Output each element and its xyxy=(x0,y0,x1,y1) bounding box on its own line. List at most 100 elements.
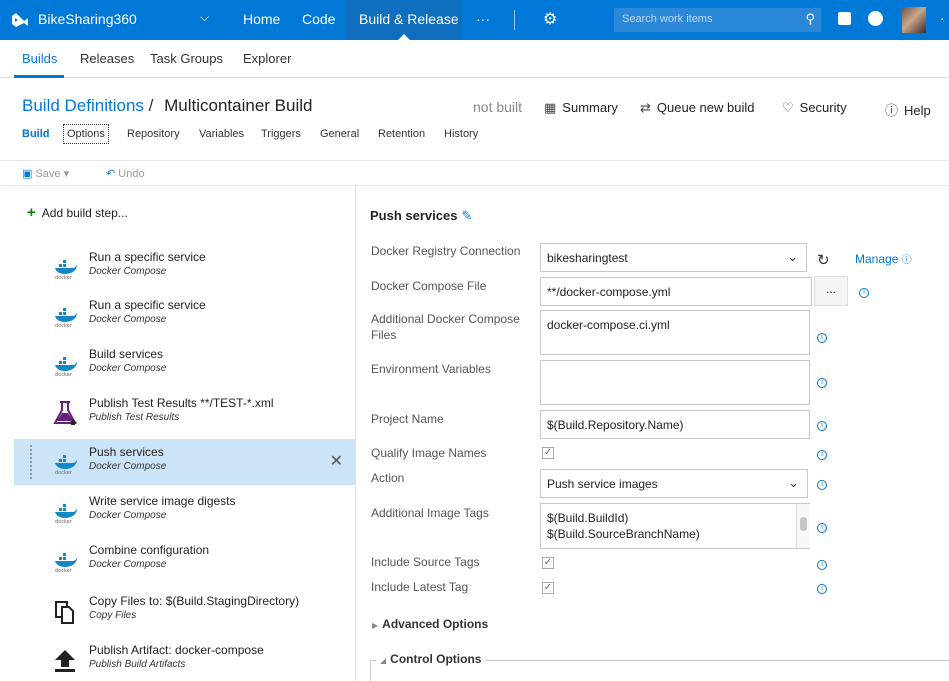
advanced-options-toggle[interactable]: ▶ Advanced Options xyxy=(372,617,488,631)
step-title: Copy Files to: $(Build.StagingDirectory) xyxy=(89,594,300,608)
compose-file-input[interactable]: **/docker-compose.yml xyxy=(540,277,812,306)
nav-code[interactable]: Code xyxy=(302,11,335,27)
nav-build-release[interactable]: Build & Release xyxy=(359,11,459,27)
latest-tag-checkbox[interactable]: ✓ xyxy=(542,582,554,594)
info-icon[interactable]: i xyxy=(817,333,827,343)
label-image-tags: Additional Image Tags xyxy=(371,506,489,520)
search-icon[interactable]: ⚲ xyxy=(805,11,815,27)
image-tags-textarea[interactable]: $(Build.BuildId) $(Build.SourceBranchNam… xyxy=(540,503,810,549)
task-title-text: Push services xyxy=(370,208,458,223)
undo-button[interactable]: ↶ Undo xyxy=(106,167,145,180)
pencil-icon[interactable]: ✎ xyxy=(461,208,472,223)
search-placeholder: Search work items xyxy=(622,13,713,25)
chevron-down-icon[interactable]: ⌵ xyxy=(200,10,209,25)
info-icon[interactable]: i xyxy=(817,523,827,533)
docker-icon: docker xyxy=(55,504,77,524)
subnav-explorer[interactable]: Explorer xyxy=(243,51,291,66)
info-icon[interactable]: i xyxy=(817,450,827,460)
build-step-selected[interactable]: docker Push services Docker Compose ✕ xyxy=(14,439,355,485)
search-input[interactable]: Search work items ⚲ xyxy=(614,8,821,32)
security-button[interactable]: ♡ Security xyxy=(782,100,847,116)
save-button[interactable]: ▣ Save ▾ xyxy=(22,167,69,180)
sub-navigation: Builds Releases Task Groups Explorer xyxy=(0,40,949,78)
subnav-releases[interactable]: Releases xyxy=(80,51,134,66)
build-step[interactable]: docker Run a specific service Docker Com… xyxy=(14,244,355,290)
undo-label: Undo xyxy=(118,168,145,180)
nav-more[interactable]: ··· xyxy=(476,11,490,27)
build-step[interactable]: Publish Artifact: docker-compose Publish… xyxy=(14,637,355,681)
breadcrumb-build-definitions[interactable]: Build Definitions xyxy=(22,96,144,115)
env-vars-textarea[interactable] xyxy=(540,360,810,405)
docker-icon: docker xyxy=(55,357,77,377)
scrollbar-thumb[interactable] xyxy=(800,517,807,531)
help-button[interactable]: ⓘ Help xyxy=(885,100,931,119)
svg-text:docker: docker xyxy=(55,568,73,573)
collapse-triangle-icon: ◢ xyxy=(380,656,387,665)
tab-build[interactable]: Build xyxy=(22,128,50,140)
queue-label: Queue new build xyxy=(656,100,755,115)
undo-icon: ↶ xyxy=(106,168,116,180)
build-status: not built xyxy=(473,99,523,115)
build-step[interactable]: docker Combine configuration Docker Comp… xyxy=(14,537,355,583)
drag-handle[interactable] xyxy=(30,445,34,479)
feedback-smiley-icon[interactable] xyxy=(868,11,883,26)
add-build-step-button[interactable]: + Add build step... xyxy=(27,204,128,221)
control-options-toggle[interactable]: ◢ Control Options xyxy=(376,652,486,666)
refresh-icon[interactable]: ↻ xyxy=(817,251,830,269)
info-icon[interactable]: i xyxy=(817,560,827,570)
action-select[interactable]: Push service images ⌄ xyxy=(540,469,808,498)
tab-general[interactable]: General xyxy=(320,128,359,140)
build-step[interactable]: Copy Files to: $(Build.StagingDirectory)… xyxy=(14,588,355,634)
avatar[interactable] xyxy=(902,7,926,33)
tab-triggers[interactable]: Triggers xyxy=(261,128,301,140)
summary-button[interactable]: ▦ Summary xyxy=(544,100,618,116)
queue-new-build-button[interactable]: ⇄ Queue new build xyxy=(640,100,754,116)
flask-icon xyxy=(53,401,77,425)
build-step[interactable]: docker Write service image digests Docke… xyxy=(14,488,355,534)
info-icon[interactable]: i xyxy=(859,288,869,298)
label-env-vars: Environment Variables xyxy=(371,362,491,376)
more-icon[interactable]: · xyxy=(940,10,945,26)
action-value: Push service images xyxy=(547,477,658,491)
subnav-builds[interactable]: Builds xyxy=(22,51,57,66)
build-steps-pane: + Add build step... docker Run a specific… xyxy=(0,186,356,681)
build-step[interactable]: docker Run a specific service Docker Com… xyxy=(14,292,355,338)
nav-home[interactable]: Home xyxy=(243,11,280,27)
tab-history[interactable]: History xyxy=(444,128,478,140)
manage-link[interactable]: Manage ⓘ xyxy=(855,251,912,266)
additional-compose-textarea[interactable]: docker-compose.ci.yml xyxy=(540,310,810,355)
browse-button[interactable]: ... xyxy=(814,276,848,306)
source-tags-checkbox[interactable]: ✓ xyxy=(542,557,554,569)
tab-repository[interactable]: Repository xyxy=(127,128,180,140)
vsts-logo-icon[interactable] xyxy=(10,10,30,30)
textarea-scrollbar[interactable] xyxy=(796,504,810,548)
step-subtitle: Docker Compose xyxy=(89,510,167,521)
close-icon[interactable]: ✕ xyxy=(330,451,343,471)
registry-select[interactable]: bikesharingtest ⌄ xyxy=(540,243,807,272)
qualify-checkbox[interactable]: ✓ xyxy=(542,447,554,459)
marketplace-bag-icon[interactable] xyxy=(838,12,851,25)
build-step[interactable]: Publish Test Results **/TEST-*.xml Publi… xyxy=(14,390,355,436)
info-icon[interactable]: i xyxy=(817,480,827,490)
tab-options[interactable]: Options xyxy=(63,124,109,144)
toolbar: ▣ Save ▾ ↶ Undo xyxy=(0,160,949,186)
tab-variables[interactable]: Variables xyxy=(199,128,244,140)
project-name[interactable]: BikeSharing360 xyxy=(38,11,137,27)
step-title: Write service image digests xyxy=(89,494,236,508)
subnav-task-groups[interactable]: Task Groups xyxy=(150,51,223,66)
tab-retention[interactable]: Retention xyxy=(378,128,425,140)
gear-icon[interactable]: ⚙ xyxy=(543,9,557,29)
image-tag-line: $(Build.BuildId) xyxy=(547,511,629,525)
breadcrumb: Build Definitions / Multicontainer Build xyxy=(22,96,312,116)
info-icon[interactable]: i xyxy=(817,378,827,388)
info-icon[interactable]: i xyxy=(817,584,827,594)
project-name-input[interactable]: $(Build.Repository.Name) xyxy=(540,410,810,439)
step-title: Build services xyxy=(89,347,164,361)
svg-text:docker: docker xyxy=(55,323,73,328)
info-icon[interactable]: i xyxy=(817,421,827,431)
label-project-name: Project Name xyxy=(371,412,444,426)
build-step[interactable]: docker Build services Docker Compose xyxy=(14,341,355,387)
add-step-label: Add build step... xyxy=(41,206,128,220)
task-title: Push services ✎ xyxy=(370,208,472,224)
image-tag-line: $(Build.SourceBranchName) xyxy=(547,527,700,541)
